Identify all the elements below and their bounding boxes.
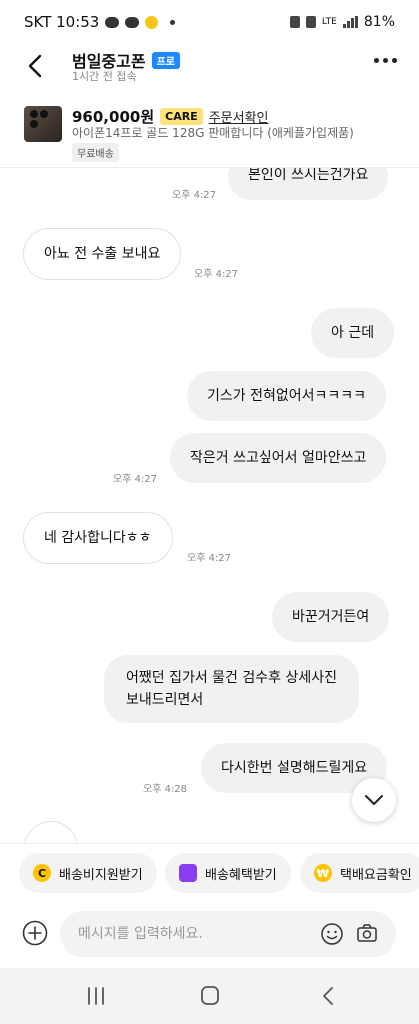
more-notifications-icon [170, 19, 176, 25]
lock-icon [289, 16, 300, 28]
product-summary[interactable]: 960,000원 CARE 주문서확인 아이폰14프로 골드 128G 판매합니… [0, 100, 419, 168]
last-seen: 1시간 전 접속 [72, 70, 137, 83]
message-bubble: 본인이 쓰시는건가요 [228, 168, 389, 200]
quick-action-label: 배송비지원받기 [59, 867, 143, 883]
back-nav-icon[interactable] [316, 984, 342, 1008]
message-notification-icon [125, 16, 140, 28]
shipping-support-button[interactable]: C 배송비지원받기 [19, 853, 157, 893]
care-badge: CARE [160, 108, 203, 125]
message-time: 오후 4:27 [187, 553, 232, 564]
free-shipping-tag: 무료배송 [72, 143, 119, 162]
message-bubble: 작은거 쓰고싶어서 얼마안쓰고 [170, 433, 387, 483]
product-thumbnail [24, 106, 62, 142]
network-type: LTE [321, 17, 337, 27]
battery-level: 81% [363, 14, 395, 30]
message-time: 오후 4:28 [143, 784, 188, 795]
gift-icon [179, 864, 197, 882]
home-icon[interactable] [197, 984, 223, 1008]
talk-notification-icon [105, 16, 120, 28]
status-bar: SKT 10:53 LTE 81% [0, 0, 419, 44]
message-line: 보내드리면서 [126, 692, 204, 708]
emoji-icon[interactable] [320, 922, 344, 946]
chat-messages[interactable]: 본인이 쓰시는건가요 오후 4:27 아뇨 전 수출 보내요 오후 4:27 아… [0, 168, 419, 843]
quick-actions-bar: C 배송비지원받기 배송혜택받기 ₩ 택배요금확인 [0, 843, 419, 903]
quick-action-label: 배송혜택받기 [205, 867, 277, 883]
message-bubble: 아 근데 [311, 308, 395, 358]
message-input[interactable] [60, 911, 396, 957]
more-options-icon[interactable] [374, 58, 397, 63]
system-nav-bar [0, 968, 419, 1024]
message-line: 어쨌던 집가서 물건 검수후 상세사진 [126, 670, 337, 686]
app-notification-icon [145, 15, 159, 29]
status-time: SKT 10:53 [24, 13, 100, 31]
signal-icon [342, 16, 358, 28]
alarm-icon [305, 16, 316, 28]
shipping-benefit-button[interactable]: 배송혜택받기 [165, 853, 291, 893]
message-time: 오후 4:27 [113, 474, 158, 485]
recent-apps-icon[interactable] [83, 984, 109, 1008]
scroll-to-bottom-button[interactable] [352, 778, 396, 822]
chat-header: 범일중고폰 프로 1시간 전 접속 [0, 44, 419, 94]
plus-circle-icon[interactable] [22, 920, 48, 946]
partial-message-bubble [24, 821, 78, 843]
message-input-bar [0, 903, 419, 967]
camera-icon[interactable] [356, 922, 378, 944]
c-coin-icon: C [33, 864, 51, 882]
back-arrow-icon[interactable] [22, 52, 50, 80]
chevron-down-icon [365, 795, 383, 805]
message-bubble: 기스가 전혀없어서ㅋㅋㅋㅋ [187, 371, 387, 421]
pro-badge: 프로 [151, 51, 181, 69]
quick-action-label: 택배요금확인 [340, 867, 412, 883]
product-description: 아이폰14프로 골드 128G 판매합니다 (애케플가입제품) [72, 126, 354, 140]
message-time: 오후 4:27 [194, 269, 239, 280]
message-bubble: 아뇨 전 수출 보내요 [23, 228, 182, 280]
won-coin-icon: ₩ [314, 864, 332, 882]
message-bubble: 네 감사합니다ㅎㅎ [23, 512, 173, 564]
message-time: 오후 4:27 [172, 190, 217, 201]
message-bubble: 어쨌던 집가서 물건 검수후 상세사진 보내드리면서 [104, 655, 359, 723]
delivery-fee-button[interactable]: ₩ 택배요금확인 [300, 853, 419, 893]
message-bubble: 바꾼거거든여 [272, 592, 390, 642]
